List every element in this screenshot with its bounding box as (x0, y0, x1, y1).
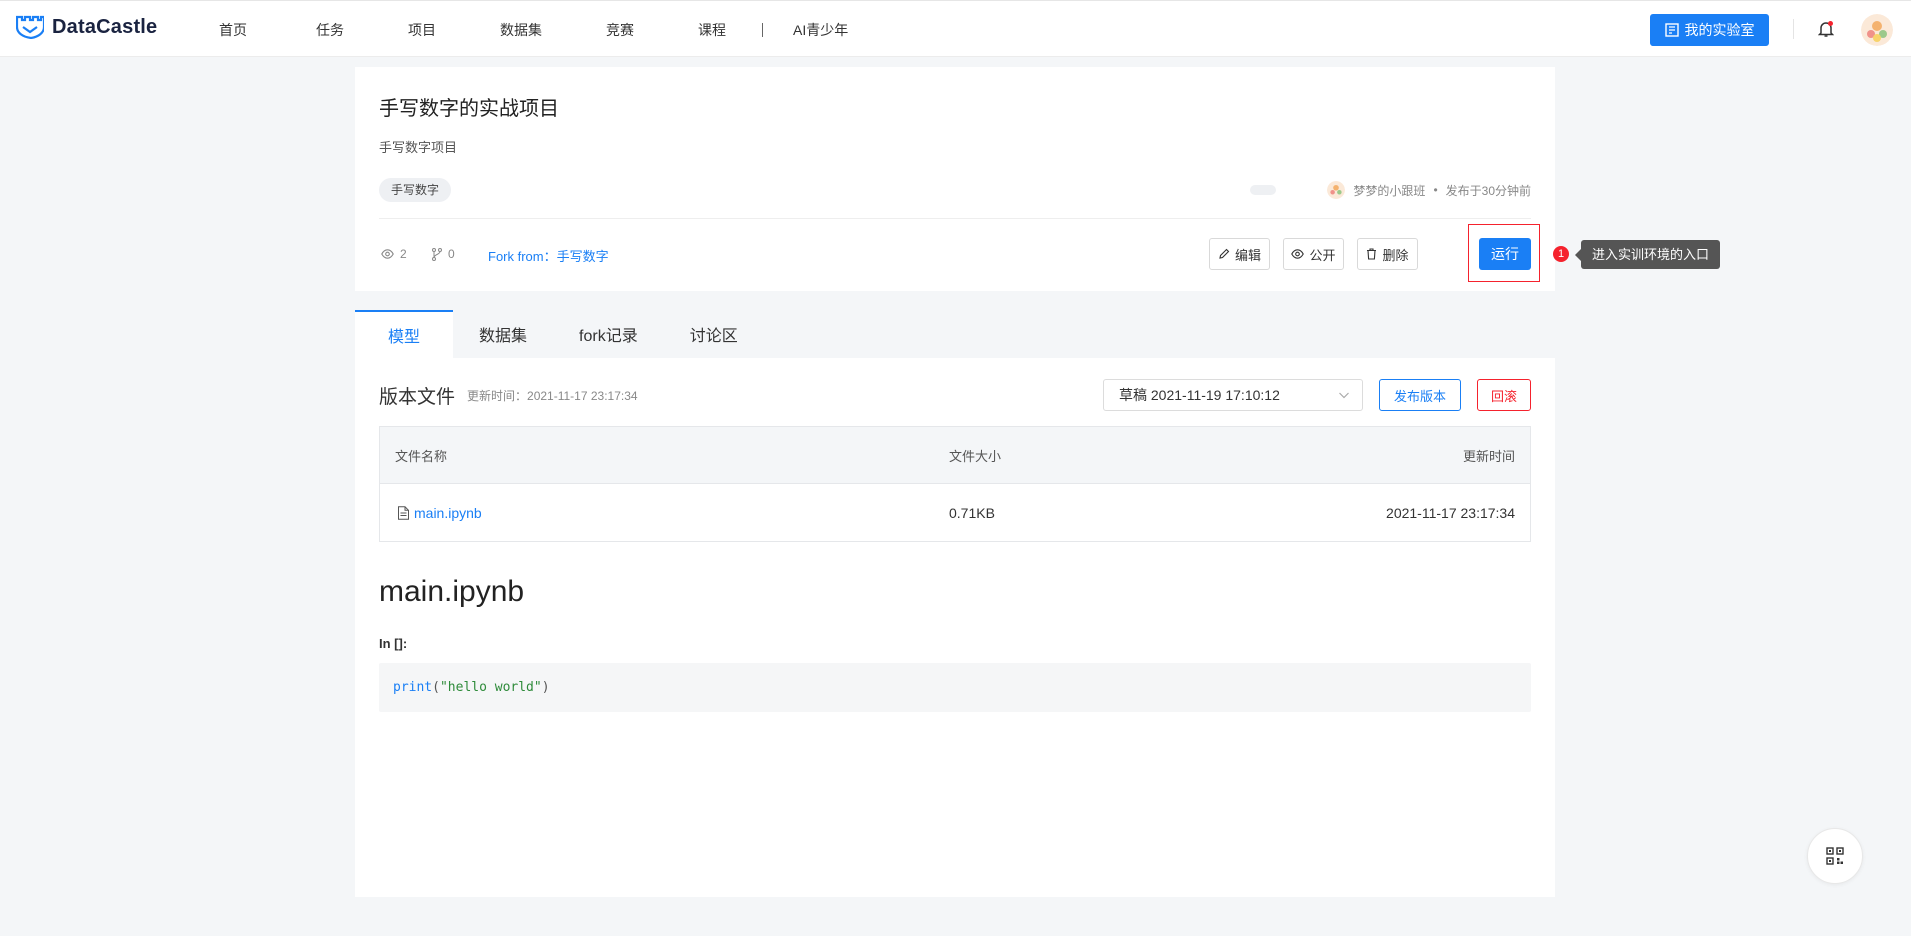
file-link[interactable]: main.ipynb (397, 505, 482, 521)
eye-icon (381, 249, 394, 259)
project-tag[interactable]: 手写数字 (379, 178, 452, 202)
delete-button[interactable]: 删除 (1357, 238, 1418, 270)
code-paren-open: ( (432, 680, 440, 695)
version-select-value: 草稿 2021-11-19 17:10:12 (1119, 387, 1280, 403)
delete-label: 删除 (1382, 247, 1409, 263)
edit-button[interactable]: 编辑 (1209, 238, 1270, 270)
column-file-name: 文件名称 (395, 449, 448, 464)
file-table: 文件名称 文件大小 更新时间 main.ipynb 0.71KB 2021-11… (379, 426, 1531, 542)
file-table-header: 文件名称 文件大小 更新时间 (380, 427, 1530, 484)
project-content-panel: 模型 数据集 fork记录 讨论区 版本文件 更新时间：2021-11-17 2… (355, 310, 1555, 897)
lab-icon (1664, 23, 1679, 37)
qr-code-icon (1826, 847, 1844, 865)
card-divider (379, 218, 1531, 219)
chevron-down-icon (1339, 392, 1349, 399)
trash-icon (1367, 248, 1377, 260)
placeholder-pill (1250, 185, 1276, 195)
file-name: main.ipynb (414, 504, 482, 521)
fork-from-link[interactable]: 手写数字 (557, 249, 609, 264)
project-card: 手写数字的实战项目 手写数字项目 手写数字 梦梦的小跟班 • 发布于30分钟前 … (355, 67, 1721, 291)
user-avatar[interactable] (1861, 14, 1893, 46)
author-name[interactable]: 梦梦的小跟班 (1353, 182, 1425, 199)
nav-datasets[interactable]: 数据集 (500, 20, 542, 40)
fork-icon (432, 247, 442, 261)
files-updated-time: 更新时间：2021-11-17 23:17:34 (467, 387, 638, 404)
tab-discussion[interactable]: 讨论区 (664, 310, 764, 358)
tab-dataset[interactable]: 数据集 (453, 310, 553, 358)
fork-from-label: Fork from： (488, 249, 557, 264)
public-label: 公开 (1309, 247, 1336, 263)
tab-fork-records[interactable]: fork记录 (553, 310, 664, 358)
author-info: 梦梦的小跟班 • 发布于30分钟前 (1327, 181, 1531, 199)
updated-value: 2021-11-17 23:17:34 (527, 389, 638, 403)
file-name-cell: main.ipynb (397, 484, 482, 541)
header-divider (1793, 19, 1794, 39)
datacastle-logo[interactable]: DataCastle (16, 15, 157, 39)
code-paren-close: ) (541, 680, 550, 695)
tab-model[interactable]: 模型 (355, 310, 454, 358)
edit-label: 编辑 (1234, 247, 1261, 263)
project-description: 手写数字项目 (379, 140, 458, 155)
cell-prompt: In []: (379, 636, 408, 651)
file-size: 0.71KB (949, 504, 995, 521)
rollback-button[interactable]: 回滚 (1477, 379, 1531, 411)
version-select[interactable]: 草稿 2021-11-19 17:10:12 (1103, 379, 1363, 411)
fork-count-value: 0 (448, 247, 455, 261)
fork-from: Fork from：手写数字 (488, 246, 609, 265)
code-cell[interactable]: print("hello world") (379, 663, 1531, 712)
main-nav: 首页 任务 项目 数据集 竞赛 课程 AI青少年 (219, 1, 848, 58)
logo-text: DataCastle (52, 15, 158, 38)
nav-competitions[interactable]: 竞赛 (606, 20, 634, 40)
publish-version-button[interactable]: 发布版本 (1379, 379, 1461, 411)
code-function: print (393, 680, 433, 695)
nav-separator (762, 22, 763, 37)
nav-projects[interactable]: 项目 (408, 20, 436, 40)
fork-count: 0 (432, 247, 455, 261)
version-files-title: 版本文件 (379, 387, 456, 408)
my-lab-label: 我的实验室 (1684, 22, 1755, 38)
column-update-time: 更新时间 (1462, 449, 1515, 464)
code-string: "hello world" (439, 680, 542, 695)
guide-step-badge: 1 (1553, 246, 1569, 262)
qr-code-button[interactable] (1807, 828, 1863, 884)
file-update-time: 2021-11-17 23:17:34 (1386, 504, 1515, 521)
run-button[interactable]: 运行 (1479, 238, 1531, 270)
table-row: main.ipynb 0.71KB 2021-11-17 23:17:34 (380, 484, 1530, 541)
view-count: 2 (381, 247, 407, 261)
notebook-title: main.ipynb (379, 575, 525, 608)
pencil-icon (1219, 248, 1230, 259)
file-icon (398, 505, 409, 520)
my-lab-button[interactable]: 我的实验室 (1650, 14, 1769, 46)
nav-ai-youth[interactable]: AI青少年 (793, 20, 848, 40)
castle-logo-icon (16, 15, 44, 39)
notification-bell-icon[interactable] (1817, 20, 1835, 43)
guide-tooltip: 进入实训环境的入口 (1574, 240, 1721, 269)
nav-tasks[interactable]: 任务 (316, 20, 344, 40)
view-count-value: 2 (400, 247, 407, 261)
nav-home[interactable]: 首页 (219, 20, 247, 40)
top-navigation-bar: DataCastle 首页 任务 项目 数据集 竞赛 课程 AI青少年 我的实验… (0, 0, 1911, 57)
content-tabs: 模型 数据集 fork记录 讨论区 (355, 310, 1555, 358)
nav-courses[interactable]: 课程 (698, 20, 726, 40)
publish-time: 发布于30分钟前 (1445, 183, 1531, 198)
meta-separator: • (1433, 183, 1438, 197)
public-button[interactable]: 公开 (1283, 238, 1344, 270)
author-avatar[interactable] (1327, 181, 1346, 199)
project-title: 手写数字的实战项目 (379, 98, 559, 120)
eye-icon (1291, 249, 1305, 259)
updated-label: 更新时间： (467, 389, 528, 403)
column-file-size: 文件大小 (949, 449, 1002, 464)
